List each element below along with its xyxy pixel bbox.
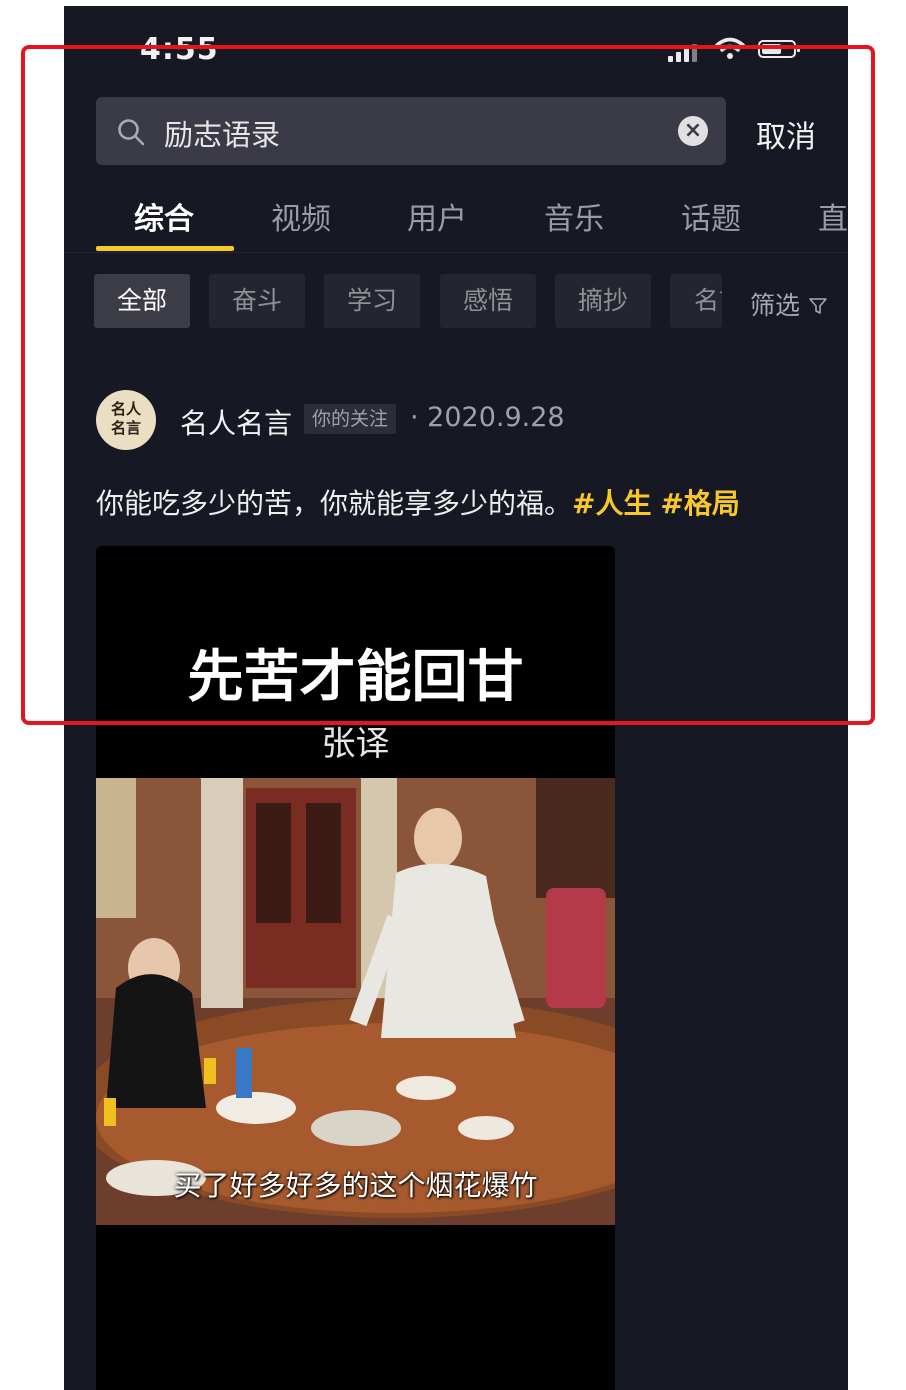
search-tabs: 综合 视频 用户 音乐 话题 直 <box>64 184 848 253</box>
hashtag-life[interactable]: #人生 <box>572 487 651 520</box>
filter-label: 筛选 <box>750 291 801 320</box>
hashtag-pattern[interactable]: #格局 <box>660 487 739 520</box>
filter-chips: 全部 奋斗 学习 感悟 摘抄 名言 <box>64 274 848 330</box>
tab-music[interactable]: 音乐 <box>544 194 604 238</box>
tab-live[interactable]: 直 <box>818 194 848 238</box>
tab-video[interactable]: 视频 <box>271 194 331 238</box>
video-name-caption: 张译 <box>321 724 390 764</box>
search-input[interactable]: 励志语录 × <box>96 97 726 165</box>
filter-button[interactable]: 筛选 <box>746 286 828 322</box>
video-subtitle: 买了好多好多的这个烟花爆竹 <box>173 1169 538 1202</box>
post-date: · 2020.9.28 <box>410 402 565 433</box>
post-caption: 你能吃多少的苦，你就能享多少的福。#人生 #格局 <box>96 482 740 522</box>
caption-text: 你能吃多少的苦，你就能享多少的福。 <box>96 487 573 520</box>
chip-insight[interactable]: 感悟 <box>440 274 536 328</box>
status-bar: 4:55 <box>64 6 848 86</box>
search-query: 励志语录 <box>164 118 281 152</box>
status-time: 4:55 <box>140 32 219 67</box>
video-thumbnail[interactable]: 先苦才能回甘 张译 买了好多好多的这个烟花爆竹 <box>96 546 615 1390</box>
tab-comprehensive[interactable]: 综合 <box>134 194 194 238</box>
author-name[interactable]: 名人名言 <box>180 402 292 442</box>
following-badge: 你的关注 <box>304 404 397 434</box>
wifi-icon <box>715 37 745 59</box>
chip-struggle[interactable]: 奋斗 <box>209 274 305 328</box>
video-title: 先苦才能回甘 <box>187 645 524 710</box>
cancel-button[interactable]: 取消 <box>756 112 816 156</box>
battery-icon <box>758 40 800 58</box>
active-tab-indicator <box>96 246 234 251</box>
search-icon <box>118 119 145 146</box>
chip-all[interactable]: 全部 <box>94 274 190 328</box>
signal-icon <box>668 42 704 62</box>
filter-icon <box>809 298 827 314</box>
author-avatar[interactable]: 名人 名言 <box>96 390 156 450</box>
chip-quotes[interactable]: 名言 <box>670 274 722 328</box>
phone-screen: 4:55 励志语录 × 取消 综合 视频 用户 音乐 话题 直 全部 奋斗 学习… <box>64 6 848 1390</box>
tab-topics[interactable]: 话题 <box>681 194 741 238</box>
tab-users[interactable]: 用户 <box>407 194 467 238</box>
chip-excerpt[interactable]: 摘抄 <box>555 274 651 328</box>
video-frame-image <box>96 778 615 1225</box>
chip-study[interactable]: 学习 <box>324 274 420 328</box>
clear-icon[interactable]: × <box>678 116 708 146</box>
